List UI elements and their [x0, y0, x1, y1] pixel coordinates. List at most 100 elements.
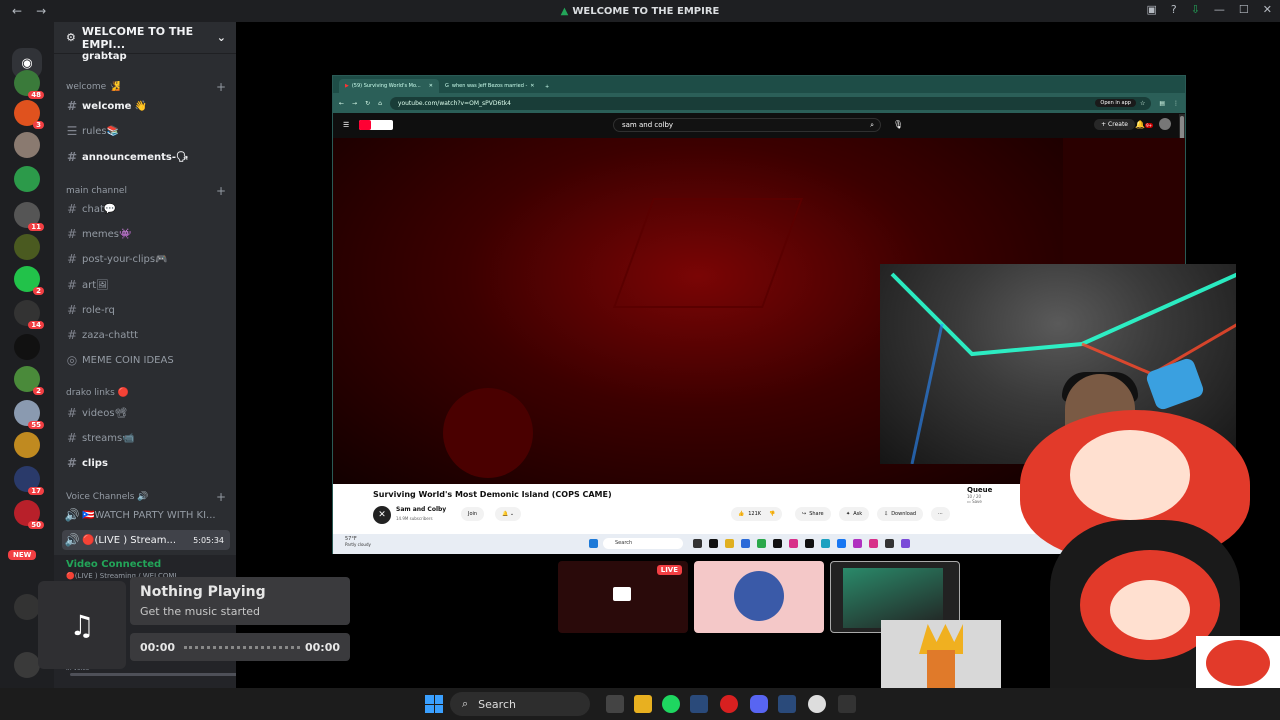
progress-track[interactable]	[184, 646, 300, 649]
bell-icon[interactable]: 🔔9+	[1135, 120, 1153, 129]
app-icon[interactable]	[853, 539, 862, 548]
taskbar-search[interactable]: ⌕ Search	[450, 692, 590, 716]
steam-icon[interactable]	[778, 695, 796, 713]
amazon-icon[interactable]	[773, 539, 782, 548]
close-tab-icon[interactable]: ✕	[530, 83, 534, 89]
new-tab-button[interactable]: +	[539, 81, 555, 93]
voice-channel-watch-party[interactable]: 🔊 🇵🇷WATCH PARTY WITH KI...	[62, 505, 230, 525]
folder-icon[interactable]	[725, 539, 734, 548]
user-avatar[interactable]	[14, 594, 40, 620]
share-button[interactable]: ↪ Share	[795, 507, 831, 521]
now-playing-card[interactable]: Nothing Playing Get the music started	[130, 577, 350, 625]
star-icon[interactable]: ☆	[1140, 100, 1145, 107]
app-icon[interactable]	[885, 539, 894, 548]
opera-icon[interactable]	[720, 695, 738, 713]
channel-chat[interactable]: # chat💬	[62, 199, 230, 219]
category-welcome[interactable]: welcome 🧏 +	[66, 80, 226, 94]
url-field[interactable]: youtube.com/watch?v=OM_sPVD6tk4 Open in a…	[389, 96, 1152, 110]
category-drako[interactable]: drako links 🔴	[66, 388, 226, 398]
app-icon[interactable]	[901, 539, 910, 548]
server-icon[interactable]	[14, 334, 40, 360]
instagram-icon[interactable]	[789, 539, 798, 548]
facebook-icon[interactable]	[837, 539, 846, 548]
channel-streams[interactable]: # streams📹	[62, 428, 230, 448]
inbox-icon[interactable]: ▣	[1146, 3, 1156, 16]
channel-role[interactable]: # role-rq	[62, 300, 230, 320]
windows-icon[interactable]	[589, 539, 598, 548]
server-icon[interactable]	[14, 432, 40, 458]
tab-search[interactable]: Gwhen was Jeff Bezos married - ✕	[439, 79, 539, 93]
channel-art[interactable]: # art🖼	[62, 275, 230, 295]
create-button[interactable]: + Create	[1094, 119, 1135, 130]
download-icon[interactable]: ⇩	[1191, 3, 1200, 16]
tiktok-icon[interactable]	[709, 539, 718, 548]
channel-announcements[interactable]: # announcements-🗣	[62, 147, 230, 167]
server-icon[interactable]: 11	[14, 202, 44, 231]
server-icon[interactable]: 48	[14, 70, 44, 99]
server-icon[interactable]	[14, 132, 40, 158]
channel-clips[interactable]: # post-your-clips🎮	[62, 249, 230, 269]
server-icon[interactable]: 55	[14, 400, 44, 429]
youtube-logo[interactable]	[359, 120, 394, 130]
download-button[interactable]: ⇩ Download	[877, 507, 924, 521]
spotify-icon[interactable]	[662, 695, 680, 713]
weather-widget[interactable]: 57°F Partly cloudy	[345, 536, 371, 548]
server-icon[interactable]: 3	[14, 100, 44, 129]
steam-icon[interactable]	[690, 695, 708, 713]
ask-button[interactable]: ✦ Ask	[839, 507, 870, 521]
forward-icon[interactable]: →	[352, 100, 357, 107]
app-icon[interactable]	[693, 539, 702, 548]
channel-partial[interactable]: grabtap	[62, 46, 230, 66]
playback-progress[interactable]: 00:00 00:00	[130, 633, 350, 661]
server-icon[interactable]	[14, 166, 40, 192]
avatar[interactable]	[1159, 118, 1171, 130]
channel-videos[interactable]: # videos📽	[62, 403, 230, 423]
like-button[interactable]: 👍 121K 👎	[731, 507, 783, 521]
home-icon[interactable]: ⌂	[378, 100, 382, 107]
close-tab-icon[interactable]: ✕	[429, 83, 433, 89]
tab-youtube[interactable]: ▶ (59) Surviving World's Mo... ✕	[339, 79, 439, 93]
add-channel-icon[interactable]: +	[216, 184, 226, 198]
channel-meme-coin[interactable]: ◎ MEME COIN IDEAS	[62, 350, 230, 370]
start-icon[interactable]	[425, 695, 443, 713]
reload-icon[interactable]: ↻	[365, 100, 370, 107]
close-button[interactable]: ✕	[1263, 3, 1272, 16]
hamburger-icon[interactable]: ☰	[343, 121, 349, 129]
server-icon[interactable]: 50	[14, 500, 44, 529]
server-icon[interactable]	[14, 234, 40, 260]
mic-icon[interactable]: 🎙	[893, 120, 903, 129]
extensions-icon[interactable]: ▤	[1159, 100, 1165, 107]
maximize-button[interactable]: ☐	[1239, 3, 1249, 16]
join-button[interactable]: Join	[461, 507, 485, 521]
thumbs-down-icon[interactable]: 👎	[769, 511, 775, 517]
category-main[interactable]: main channel +	[66, 184, 226, 198]
channel-rules[interactable]: ☰ rules📚	[62, 121, 230, 141]
menu-icon[interactable]: ⋮	[1173, 100, 1179, 107]
help-icon[interactable]: ?	[1171, 3, 1177, 16]
server-icon[interactable]: 2	[14, 366, 44, 395]
channel-avatar[interactable]: ✕	[373, 506, 391, 524]
open-in-app-button[interactable]: Open in app	[1095, 99, 1136, 107]
file-explorer-icon[interactable]	[634, 695, 652, 713]
user-avatar[interactable]	[14, 652, 40, 678]
stream-tile-live[interactable]: LIVE	[558, 561, 688, 633]
add-channel-icon[interactable]: +	[216, 490, 226, 504]
category-voice[interactable]: Voice Channels 🔊 +	[66, 490, 226, 504]
bell-dropdown[interactable]: 🔔 ⌄	[495, 507, 522, 521]
search-icon[interactable]: ⌕	[870, 121, 874, 130]
task-view-icon[interactable]	[606, 695, 624, 713]
back-icon[interactable]: ←	[339, 100, 344, 107]
app-icon[interactable]	[821, 539, 830, 548]
store-icon[interactable]	[741, 539, 750, 548]
channel-name[interactable]: Sam and Colby	[396, 506, 446, 513]
server-icon[interactable]: 2	[14, 266, 44, 295]
remote-search-input[interactable]: Search	[603, 538, 683, 549]
obs-icon[interactable]	[808, 695, 826, 713]
app-icon[interactable]	[838, 695, 856, 713]
minimize-button[interactable]: —	[1214, 3, 1225, 16]
more-button[interactable]: ⋯	[931, 507, 950, 521]
discord-icon[interactable]	[750, 695, 768, 713]
stream-tile-user[interactable]	[694, 561, 824, 633]
youtube-search-input[interactable]: sam and colby ⌕	[613, 118, 881, 132]
x-icon[interactable]	[805, 539, 814, 548]
